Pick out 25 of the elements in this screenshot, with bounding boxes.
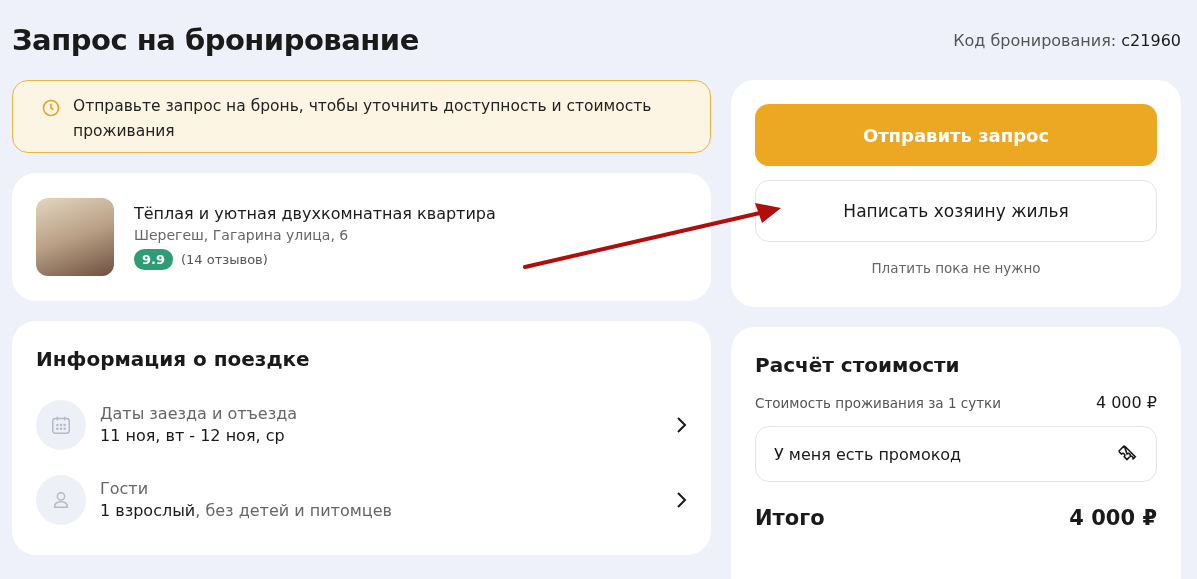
item-label: Даты заезда и отъезда: [100, 404, 299, 423]
item-value: 11 ноя, вт - 12 ноя, ср: [100, 426, 286, 445]
rating-badge: 9.9: [134, 249, 174, 270]
chevron-icon: [675, 415, 687, 434]
message-host-button[interactable]: Написать хозяину жилья: [755, 180, 1157, 242]
price-value: 4 000 ₽: [1095, 393, 1157, 412]
price-label: Стоимость проживания за 1 сутки: [755, 394, 1001, 411]
section-title: Расчёт стоимости: [755, 353, 961, 377]
promo-code-button[interactable]: У меня есть промокод: [755, 426, 1157, 482]
booking-code: Код бронирования: c21960: [953, 30, 1181, 50]
chevron-icon: [675, 490, 687, 509]
trip-item[interactable]: Даты заезда и отъезда 11 ноя, вт - 12 ноя, ср: [36, 387, 687, 462]
item-value: 1 взрослый, без детей и питомцев: [100, 501, 393, 520]
reviews-count: (14 отзывов): [181, 252, 268, 267]
trip-item[interactable]: Гости 1 взрослый, без детей и питомцев: [36, 462, 687, 537]
section-title: Информация о поездке: [36, 347, 311, 371]
payment-hint: Платить пока не нужно: [871, 260, 1041, 276]
item-label: Гости: [100, 479, 150, 498]
page-title: Запрос на бронирование: [12, 23, 419, 57]
property-name: Тёплая и уютная двухкомнатная квартира: [134, 204, 496, 223]
notice-text: Отправьте запрос на бронь, чтобы уточнить доступность и стоимость проживания: [73, 96, 653, 142]
total-value: 4 000 ₽: [1069, 506, 1157, 530]
property-address: Шерегеш, Гагарина улица, 6: [134, 227, 350, 243]
clock-icon: [41, 98, 61, 118]
total-label: Итого: [755, 506, 825, 530]
